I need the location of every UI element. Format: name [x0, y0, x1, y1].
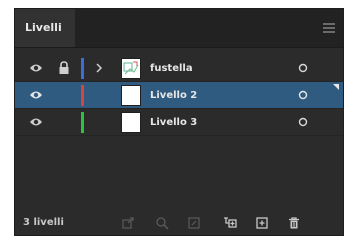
layer-color-bar [81, 112, 84, 133]
panel-tab-bar: Livelli [15, 9, 343, 48]
layer-name[interactable]: fustella [150, 55, 193, 82]
eye-icon[interactable] [29, 90, 43, 100]
layer-count-label: 3 livelli [23, 217, 64, 228]
layer-name[interactable]: Livello 3 [150, 109, 197, 136]
selection-corner-icon [333, 84, 339, 90]
chevron-right-icon[interactable] [95, 63, 103, 73]
eye-icon[interactable] [29, 63, 43, 73]
panel-footer: 3 livelli [15, 211, 343, 235]
target-circle-icon[interactable] [298, 117, 308, 127]
layer-row[interactable]: fustella [15, 55, 343, 82]
layer-name[interactable]: Livello 2 [150, 82, 197, 109]
layers-panel: Livelli fustella Livello 2 Livello 3 3 l… [14, 8, 344, 236]
layer-thumbnail [121, 58, 141, 79]
layer-thumbnail [121, 85, 141, 106]
layer-row[interactable]: Livello 2 [15, 82, 343, 109]
delete-icon[interactable] [287, 216, 301, 230]
layers-list: fustella Livello 2 Livello 3 [15, 55, 343, 136]
artwork-thumbnail-icon [123, 61, 139, 75]
export-icon[interactable] [121, 216, 135, 230]
panel-menu-icon[interactable] [323, 23, 335, 33]
layer-color-bar [81, 58, 84, 79]
layer-row[interactable]: Livello 3 [15, 109, 343, 136]
target-circle-icon[interactable] [298, 63, 308, 73]
new-layer-icon[interactable] [255, 216, 269, 230]
locate-object-icon[interactable] [155, 216, 169, 230]
clipping-mask-icon[interactable] [187, 216, 201, 230]
lock-icon[interactable] [58, 61, 70, 75]
layer-color-bar [81, 85, 84, 106]
tab-livelli[interactable]: Livelli [15, 9, 75, 47]
new-sublayer-icon[interactable] [223, 216, 237, 230]
eye-icon[interactable] [29, 117, 43, 127]
layer-thumbnail [121, 112, 141, 133]
target-circle-icon[interactable] [298, 90, 308, 100]
